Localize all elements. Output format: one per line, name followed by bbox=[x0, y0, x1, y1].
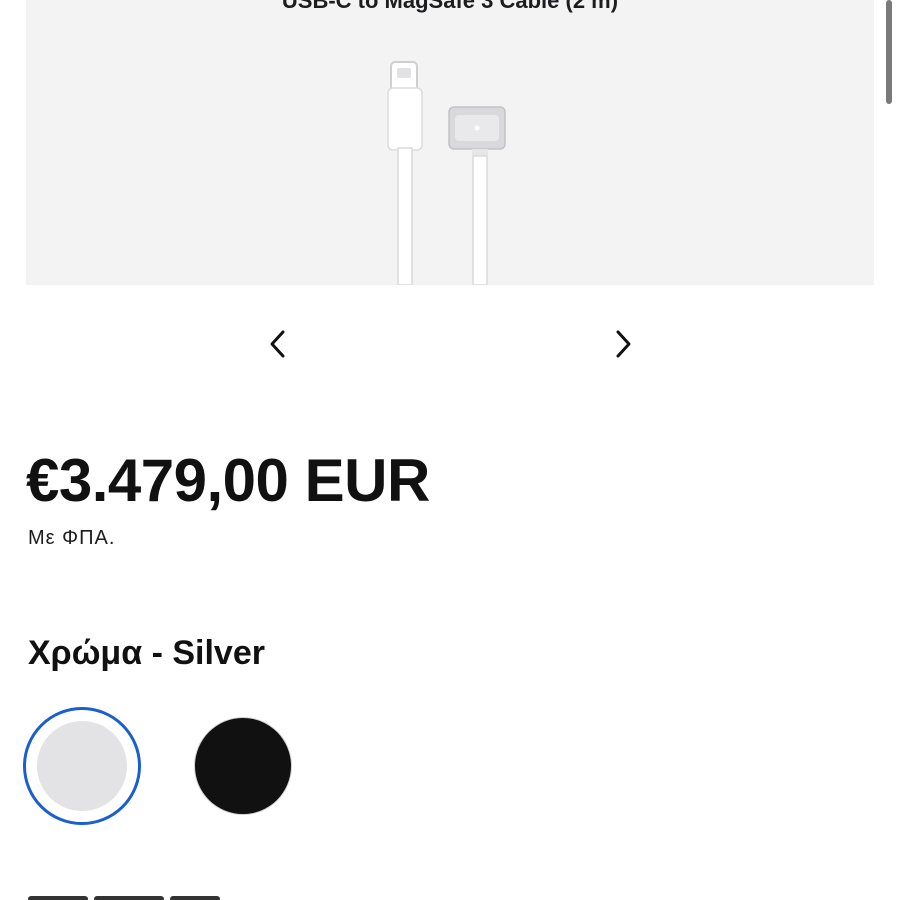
chevron-left-icon bbox=[270, 330, 285, 358]
usb-c-to-magsafe-cable-image bbox=[387, 61, 506, 285]
gallery-next-button[interactable] bbox=[601, 322, 645, 366]
color-heading: Χρώμα - Silver bbox=[28, 634, 265, 672]
chevron-right-icon bbox=[616, 330, 631, 358]
product-gallery: USB-C to MagSafe 3 Cable (2 m) bbox=[26, 0, 874, 285]
next-section-heading-partial bbox=[28, 888, 268, 900]
gallery-prev-button[interactable] bbox=[256, 322, 300, 366]
vat-note: Με ΦΠΑ. bbox=[28, 527, 116, 549]
color-swatch-silver-fill bbox=[37, 721, 127, 811]
product-price: €3.479,00 EUR bbox=[26, 447, 430, 514]
color-swatch-silver[interactable] bbox=[23, 707, 141, 825]
page-scrollbar[interactable] bbox=[886, 0, 892, 104]
color-swatch-black[interactable] bbox=[195, 718, 291, 814]
product-page: USB-C to MagSafe 3 Cable (2 m) €3.479,00… bbox=[0, 0, 900, 900]
